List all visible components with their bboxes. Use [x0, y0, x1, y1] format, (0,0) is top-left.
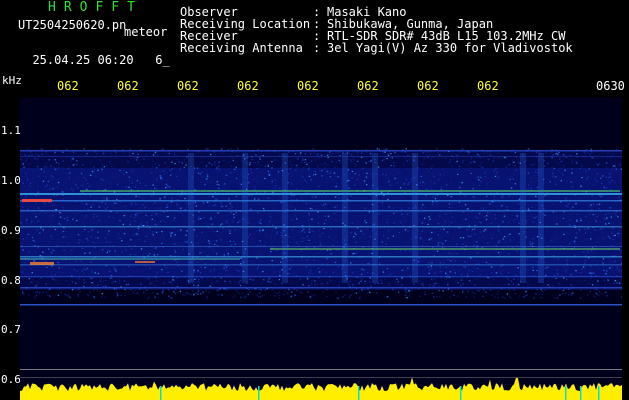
app-title: HROFFT — [48, 0, 143, 15]
x-tick-label: 062 — [237, 79, 259, 93]
y-axis-unit: kHz — [2, 74, 22, 87]
y-tick-label: 0.6 — [1, 373, 21, 386]
info-colon: : — [313, 41, 321, 55]
info-label: Receiving Antenna — [180, 41, 303, 55]
x-tick-label: 062 — [357, 79, 379, 93]
spectrogram-canvas — [20, 98, 622, 400]
x-tick-label: 062 — [297, 79, 319, 93]
meteor-label: meteor — [124, 25, 168, 39]
date-time-value: 25.04.25 06:20 — [32, 53, 134, 67]
y-tick-label: 0.9 — [1, 224, 21, 237]
x-tick-label: 0630 — [596, 79, 625, 93]
x-tick-label: 062 — [117, 79, 139, 93]
date-time-suffix: 6_ — [155, 53, 170, 67]
x-tick-label: 062 — [57, 79, 79, 93]
y-tick-label: 0.8 — [1, 274, 21, 287]
date-time: 25.04.25 06:20 6_ — [18, 39, 170, 67]
x-tick-label: 062 — [177, 79, 199, 93]
y-tick-label: 1.1 — [1, 124, 21, 137]
file-name: UT2504250620.pn — [18, 18, 127, 32]
y-tick-label: 1.0 — [1, 174, 21, 187]
x-tick-label: 062 — [477, 79, 499, 93]
spectrogram-plot — [20, 98, 622, 400]
y-tick-label: 0.7 — [1, 323, 21, 336]
x-tick-label: 062 — [417, 79, 439, 93]
info-value: 3el Yagi(V) Az 330 for Vladivostok — [327, 41, 573, 55]
